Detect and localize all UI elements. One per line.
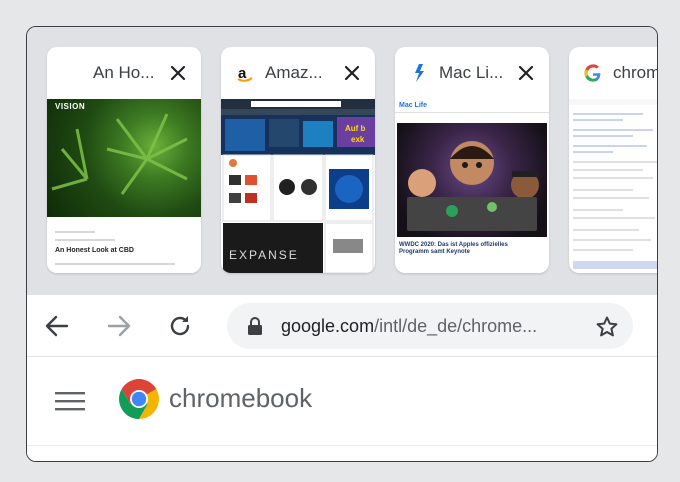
thumbnail-image: VISION xyxy=(47,99,201,217)
tab-header: a Amaz... xyxy=(221,47,375,99)
tab-thumbnail: Auf b exk EXPANSE xyxy=(221,99,375,273)
tab-switcher: An Ho... VISION An Honest Look at CBD a … xyxy=(27,27,658,295)
tab-card-vision[interactable]: An Ho... VISION An Honest Look at CBD xyxy=(47,47,201,273)
browser-toolbar: google.com/intl/de_de/chrome... xyxy=(27,295,657,357)
svg-text:EXPANSE: EXPANSE xyxy=(229,248,299,262)
hamburger-menu-icon[interactable] xyxy=(55,389,85,413)
tab-title: chrom xyxy=(613,63,658,82)
tab-title: Mac Li... xyxy=(439,63,504,82)
lock-icon xyxy=(248,317,262,335)
svg-text:exk: exk xyxy=(351,135,365,144)
page-header: chromebook xyxy=(27,357,657,461)
google-favicon-icon xyxy=(584,64,601,82)
tab-title: An Ho... xyxy=(93,63,155,82)
amazon-page-preview: Auf b exk EXPANSE xyxy=(221,99,375,273)
close-icon[interactable] xyxy=(167,62,189,84)
tab-header: chrom xyxy=(569,47,658,99)
reload-icon[interactable] xyxy=(166,312,194,340)
amazon-favicon-icon: a xyxy=(237,65,253,82)
thumbnail-image xyxy=(397,123,547,237)
tab-card-google[interactable]: chrom xyxy=(569,47,658,273)
tab-thumbnail: Mac Life WWDC 2020: Das ist Apples offiz… xyxy=(395,99,549,273)
maclife-favicon-icon xyxy=(415,64,424,82)
text-line xyxy=(55,263,175,265)
tab-card-maclife[interactable]: Mac Li... Mac Life WWDC 2020: Das ist Ap… xyxy=(395,47,549,273)
header-divider xyxy=(27,445,657,446)
url-domain: google.com xyxy=(281,316,375,336)
svg-text:Auf b: Auf b xyxy=(345,124,366,133)
chrome-logo-icon xyxy=(119,379,159,419)
text-line xyxy=(55,239,115,241)
bookmark-star-icon[interactable] xyxy=(595,315,619,339)
close-icon[interactable] xyxy=(515,62,537,84)
browser-frame: An Ho... VISION An Honest Look at CBD a … xyxy=(26,26,658,462)
site-logo: VISION xyxy=(55,102,86,111)
site-logo: Mac Life xyxy=(399,102,428,109)
tab-header: An Ho... xyxy=(47,47,201,99)
tab-card-amazon[interactable]: a Amaz... Auf b exk EXPANSE xyxy=(221,47,375,273)
tab-title: Amaz... xyxy=(265,63,323,82)
article-headline: WWDC 2020: Das ist Apples offizielles Pr… xyxy=(399,242,508,255)
brand-name: chromebook xyxy=(169,383,313,413)
close-icon[interactable] xyxy=(341,62,363,84)
text-line xyxy=(55,231,95,233)
url-path: /intl/de_de/chrome... xyxy=(374,316,538,336)
url-text: google.com/intl/de_de/chrome... xyxy=(281,316,537,337)
tab-thumbnail xyxy=(569,99,657,273)
article-headline: An Honest Look at CBD xyxy=(55,247,134,254)
tab-header: Mac Li... xyxy=(395,47,549,99)
back-arrow-icon[interactable] xyxy=(43,312,71,340)
search-results-preview xyxy=(569,99,657,269)
leaf-illustration xyxy=(51,113,188,195)
tab-thumbnail: VISION An Honest Look at CBD xyxy=(47,99,201,273)
site-header: Mac Life xyxy=(395,99,549,113)
memoji-illustration xyxy=(407,141,539,231)
address-bar[interactable]: google.com/intl/de_de/chrome... xyxy=(227,303,633,349)
forward-arrow-icon[interactable] xyxy=(105,312,133,340)
